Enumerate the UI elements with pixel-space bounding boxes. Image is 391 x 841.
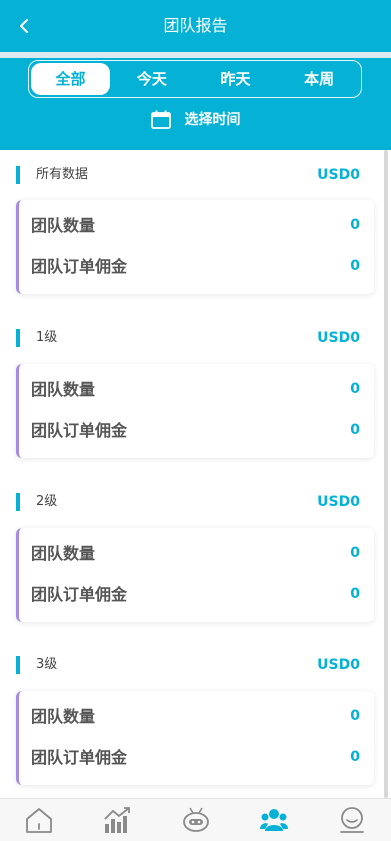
date-picker-label: 选择时间 [184, 112, 241, 128]
section-title: 3级 [36, 657, 58, 672]
profile-icon [340, 807, 364, 833]
report-content: 所有数据 USD0 团队数量 0 团队订单佣金 0 1级 USD0 团队数量 0… [0, 150, 391, 798]
stat-value: 0 [350, 586, 360, 602]
period-tabs: 全部 今天 昨天 本周 [28, 60, 362, 98]
stats-card: 团队数量 0 团队订单佣金 0 [16, 528, 374, 622]
stat-value: 0 [350, 381, 360, 397]
section-header-level-3: 3级 USD0 [16, 655, 360, 675]
section-marker [16, 656, 20, 674]
stat-value: 0 [350, 708, 360, 724]
chart-icon [104, 807, 131, 833]
stats-card: 团队数量 0 团队订单佣金 0 [16, 200, 374, 294]
stat-label: 团队数量 [31, 216, 96, 235]
stat-label: 团队数量 [31, 544, 96, 563]
nav-item-profile[interactable] [313, 799, 391, 841]
section-marker [16, 329, 20, 347]
section-marker [16, 493, 20, 511]
section-title: 2级 [36, 494, 58, 509]
nav-item-robot[interactable] [156, 799, 234, 841]
stats-card: 团队数量 0 团队订单佣金 0 [16, 364, 374, 458]
header-bar: 团队报告 [0, 0, 391, 52]
section-title: 1级 [36, 330, 58, 345]
stat-value: 0 [350, 545, 360, 561]
tab-today[interactable]: 今天 [110, 61, 194, 97]
stat-value: 0 [350, 217, 360, 233]
section-amount: USD0 [317, 657, 360, 673]
nav-item-team[interactable] [235, 799, 313, 841]
stat-row-team-count: 团队数量 0 [31, 706, 360, 728]
stat-row-team-count: 团队数量 0 [31, 543, 360, 565]
team-icon [259, 809, 288, 831]
page-title: 团队报告 [163, 16, 228, 35]
section-header-level-2: 2级 USD0 [16, 492, 360, 512]
bottom-nav [0, 798, 391, 841]
stat-label: 团队订单佣金 [31, 421, 128, 440]
stats-card: 团队数量 0 团队订单佣金 0 [16, 691, 374, 785]
nav-item-market[interactable] [78, 799, 156, 841]
stat-label: 团队订单佣金 [31, 257, 128, 276]
calendar-icon [150, 110, 171, 129]
stat-row-team-commission: 团队订单佣金 0 [31, 420, 360, 442]
stat-label: 团队数量 [31, 380, 96, 399]
date-picker-button[interactable]: 选择时间 [0, 106, 391, 132]
stat-value: 0 [350, 258, 360, 274]
section-amount: USD0 [317, 494, 360, 510]
stat-value: 0 [350, 749, 360, 765]
stat-row-team-commission: 团队订单佣金 0 [31, 584, 360, 606]
stat-label: 团队订单佣金 [31, 585, 128, 604]
section-header-level-1: 1级 USD0 [16, 328, 360, 348]
tab-this-week[interactable]: 本周 [277, 61, 361, 97]
section-amount: USD0 [317, 167, 360, 183]
tab-all[interactable]: 全部 [31, 63, 110, 95]
section-marker [16, 166, 20, 184]
robot-icon [182, 807, 209, 832]
nav-item-home[interactable] [0, 799, 78, 841]
stat-row-team-count: 团队数量 0 [31, 379, 360, 401]
section-header-all: 所有数据 USD0 [16, 165, 360, 185]
tab-yesterday[interactable]: 昨天 [194, 61, 278, 97]
stat-label: 团队订单佣金 [31, 748, 128, 767]
filter-panel: 全部 今天 昨天 本周 选择时间 [0, 58, 391, 150]
stat-value: 0 [350, 422, 360, 438]
section-amount: USD0 [317, 330, 360, 346]
stat-row-team-commission: 团队订单佣金 0 [31, 747, 360, 769]
home-icon [26, 808, 52, 833]
stat-row-team-count: 团队数量 0 [31, 215, 360, 237]
section-title: 所有数据 [36, 167, 89, 182]
stat-label: 团队数量 [31, 707, 96, 726]
stat-row-team-commission: 团队订单佣金 0 [31, 256, 360, 278]
scrollbar[interactable] [384, 150, 388, 798]
